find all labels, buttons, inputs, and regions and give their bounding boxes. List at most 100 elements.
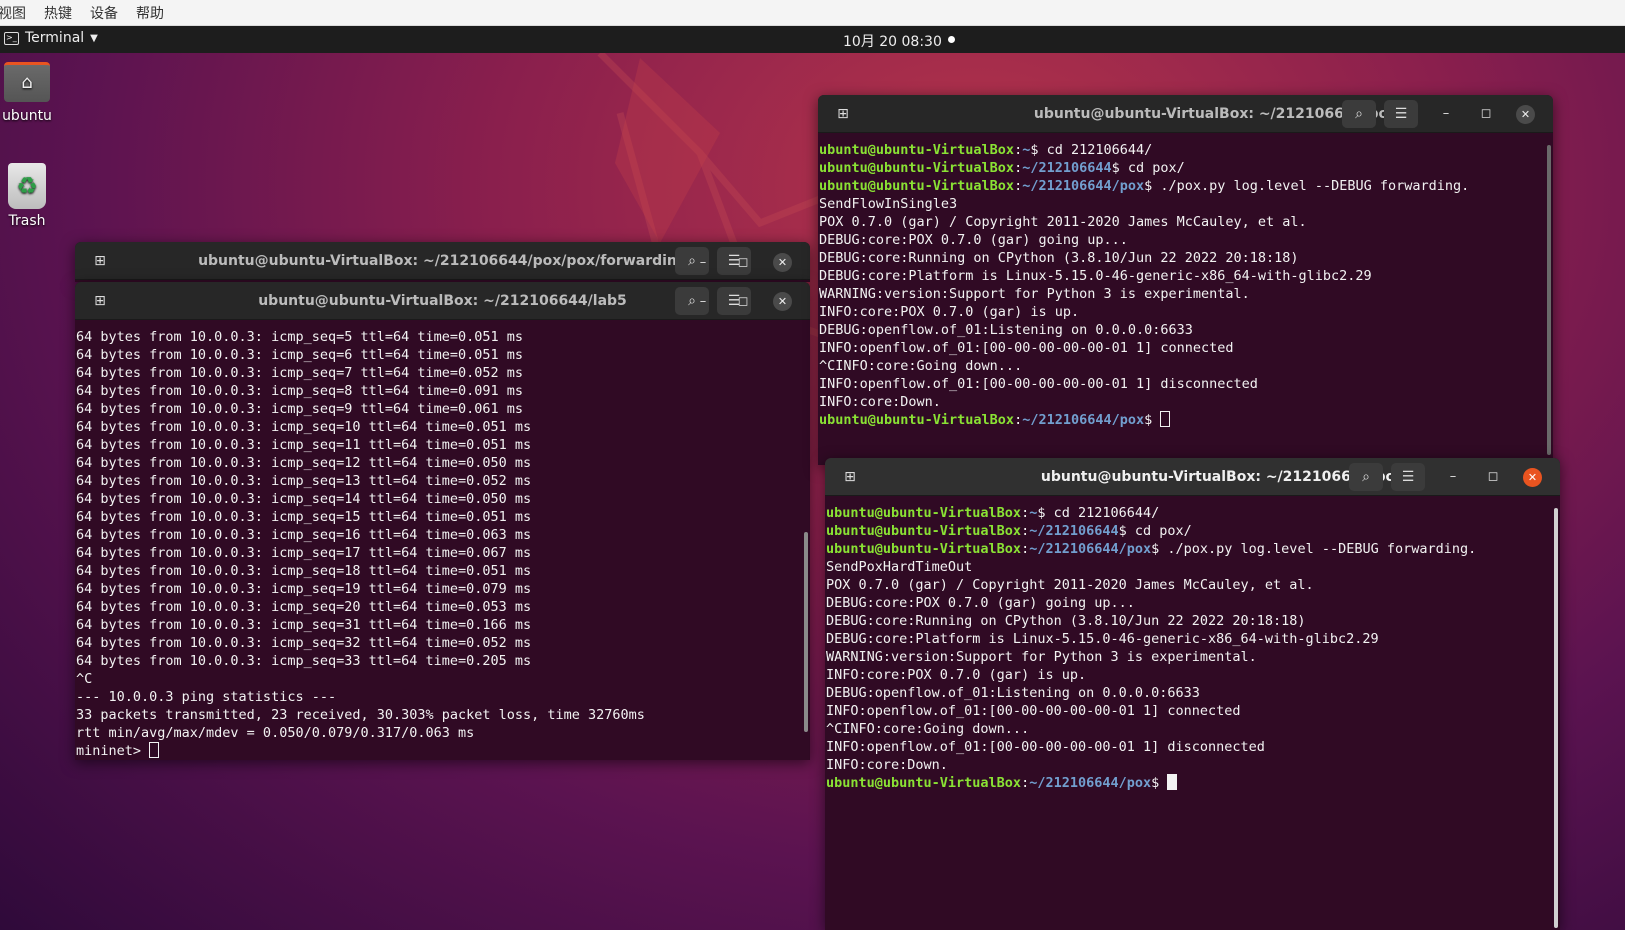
terminal-line: 64 bytes from 10.0.0.3: icmp_seq=9 ttl=6… <box>76 401 524 417</box>
output-text: INFO:core:Down. <box>819 394 941 410</box>
terminal-line: ^CINFO:core:Going down... <box>819 357 1543 375</box>
host-menu-devices[interactable]: 设备 <box>90 3 118 23</box>
terminal-window-lab5[interactable]: ⊞ ubuntu@ubuntu-VirtualBox: ~/212106644/… <box>75 282 810 760</box>
new-tab-icon[interactable]: ⊞ <box>833 463 867 491</box>
output-text: SendFlowInSingle3 <box>819 196 958 212</box>
titlebar[interactable]: ⊞ ubuntu@ubuntu-VirtualBox: ~/212106644/… <box>825 458 1560 496</box>
maximize-icon[interactable]: ◻ <box>733 292 753 312</box>
maximize-icon[interactable]: ◻ <box>733 253 753 273</box>
prompt-path: ~/212106644/pox <box>1029 541 1152 557</box>
output-text: DEBUG:core:POX 0.7.0 (gar) going up... <box>819 232 1128 248</box>
new-tab-icon[interactable]: ⊞ <box>826 100 860 128</box>
output-text: POX 0.7.0 (gar) / Copyright 2011-2020 Ja… <box>819 214 1307 230</box>
output-text: ^CINFO:core:Going down... <box>826 721 1030 737</box>
chevron-down-icon: ▼ <box>90 32 98 44</box>
text-cursor[interactable] <box>1160 411 1171 427</box>
output-text: DEBUG:core:Platform is Linux-5.15.0-46-g… <box>819 268 1372 284</box>
terminal-line: 64 bytes from 10.0.0.3: icmp_seq=32 ttl=… <box>76 635 532 651</box>
scrollbar[interactable] <box>1554 508 1558 928</box>
clock[interactable]: 10月 20 08:30 <box>843 31 942 51</box>
prompt-user: ubuntu@ubuntu-VirtualBox <box>819 160 1015 176</box>
minimize-icon[interactable]: – <box>693 292 713 312</box>
window-controls-lab5: – ◻ ✕ <box>693 292 793 312</box>
host-menu-hotkeys[interactable]: 热键 <box>44 3 72 23</box>
new-tab-icon[interactable]: ⊞ <box>83 247 117 275</box>
desktop-icon-trash[interactable]: ♻ Trash <box>0 163 57 229</box>
terminal-line: INFO:core:POX 0.7.0 (gar) is up. <box>826 666 1550 684</box>
prompt-path: ~/212106644 <box>1022 160 1112 176</box>
menu-icon[interactable]: ☰ <box>1384 100 1418 128</box>
new-tab-icon[interactable]: ⊞ <box>83 287 117 315</box>
prompt-user: ubuntu@ubuntu-VirtualBox <box>826 523 1022 539</box>
terminal-line: 64 bytes from 10.0.0.3: icmp_seq=16 ttl=… <box>76 527 532 543</box>
terminal-output[interactable]: ubuntu@ubuntu-VirtualBox:~$ cd 212106644… <box>826 497 1550 930</box>
terminal-line: ubuntu@ubuntu-VirtualBox:~$ cd 212106644… <box>826 505 1160 521</box>
window-controls-forwarding: – ◻ ✕ <box>693 253 793 273</box>
minimize-icon[interactable]: – <box>693 253 713 273</box>
maximize-icon[interactable]: ◻ <box>1476 104 1496 124</box>
prompt-user: ubuntu@ubuntu-VirtualBox <box>826 541 1022 557</box>
terminal-line: POX 0.7.0 (gar) / Copyright 2011-2020 Ja… <box>826 576 1550 594</box>
terminal-window-pox-1[interactable]: ⊞ ubuntu@ubuntu-VirtualBox: ~/212106644/… <box>818 95 1553 465</box>
menu-icon[interactable]: ☰ <box>1391 463 1425 491</box>
command-text: $ ./pox.py log.level --DEBUG forwarding. <box>1151 541 1477 557</box>
terminal-line: 64 bytes from 10.0.0.3: icmp_seq=18 ttl=… <box>76 563 532 579</box>
notification-dot <box>948 36 955 43</box>
terminal-output[interactable]: 64 bytes from 10.0.0.3: icmp_seq=5 ttl=6… <box>76 321 800 760</box>
mininet-prompt: mininet> <box>76 743 150 759</box>
scrollbar[interactable] <box>804 532 808 732</box>
output-text: DEBUG:core:Running on CPython (3.8.10/Ju… <box>826 613 1306 629</box>
terminal-line: 64 bytes from 10.0.0.3: icmp_seq=8 ttl=6… <box>76 383 524 399</box>
gnome-top-bar: >_ Terminal ▼ 10月 20 08:30 <box>0 26 1625 53</box>
scrollbar[interactable] <box>1547 145 1551 455</box>
app-menu-label: Terminal <box>25 30 85 46</box>
output-text: WARNING:version:Support for Python 3 is … <box>826 649 1257 665</box>
prompt-path: ~/212106644/pox <box>1029 775 1152 791</box>
output-text: INFO:openflow.of_01:[00-00-00-00-00-01 1… <box>826 739 1265 755</box>
terminal-line: DEBUG:core:POX 0.7.0 (gar) going up... <box>826 594 1550 612</box>
maximize-icon[interactable]: ◻ <box>1483 467 1503 487</box>
host-menu-help[interactable]: 帮助 <box>136 3 164 23</box>
minimize-icon[interactable]: – <box>1436 104 1456 124</box>
terminal-line: ^CINFO:core:Going down... <box>826 720 1550 738</box>
app-menu[interactable]: >_ Terminal ▼ <box>4 30 98 46</box>
prompt-user: ubuntu@ubuntu-VirtualBox <box>826 775 1022 791</box>
terminal-line: INFO:openflow.of_01:[00-00-00-00-00-01 1… <box>819 375 1543 393</box>
output-text: INFO:openflow.of_01:[00-00-00-00-00-01 1… <box>826 703 1241 719</box>
output-text: DEBUG:core:Platform is Linux-5.15.0-46-g… <box>826 631 1379 647</box>
prompt-line: ubuntu@ubuntu-VirtualBox:~/212106644/pox… <box>826 774 1550 792</box>
desktop-icon-trash-label: Trash <box>8 213 46 229</box>
terminal-line: DEBUG:core:Running on CPython (3.8.10/Ju… <box>826 612 1550 630</box>
desktop-icon-home[interactable]: ⌂ ubuntu <box>0 62 57 124</box>
terminal-line: 64 bytes from 10.0.0.3: icmp_seq=10 ttl=… <box>76 419 532 435</box>
close-icon[interactable]: ✕ <box>1523 468 1542 487</box>
terminal-line: INFO:openflow.of_01:[00-00-00-00-00-01 1… <box>826 738 1550 756</box>
terminal-line: 64 bytes from 10.0.0.3: icmp_seq=20 ttl=… <box>76 599 532 615</box>
terminal-line: WARNING:version:Support for Python 3 is … <box>826 648 1550 666</box>
command-text: $ cd pox/ <box>1111 160 1185 176</box>
terminal-line: INFO:openflow.of_01:[00-00-00-00-00-01 1… <box>819 339 1543 357</box>
search-icon[interactable]: ⌕ <box>1349 463 1383 491</box>
terminal-line: 64 bytes from 10.0.0.3: icmp_seq=6 ttl=6… <box>76 347 524 363</box>
host-menu-bar: 视图 热键 设备 帮助 <box>0 0 1625 26</box>
host-menu-view[interactable]: 视图 <box>0 3 26 23</box>
terminal-line: 33 packets transmitted, 23 received, 30.… <box>76 707 645 723</box>
close-icon[interactable]: ✕ <box>773 253 792 272</box>
terminal-line: INFO:core:Down. <box>819 393 1543 411</box>
titlebar[interactable]: ⊞ ubuntu@ubuntu-VirtualBox: ~/212106644/… <box>818 95 1553 133</box>
text-cursor[interactable] <box>149 742 160 758</box>
output-text: INFO:openflow.of_01:[00-00-00-00-00-01 1… <box>819 340 1234 356</box>
terminal-output[interactable]: ubuntu@ubuntu-VirtualBox:~$ cd 212106644… <box>819 134 1543 465</box>
prompt-path: ~/212106644/pox <box>1022 178 1145 194</box>
terminal-line: ubuntu@ubuntu-VirtualBox:~/212106644$ cd… <box>826 523 1192 539</box>
terminal-line: --- 10.0.0.3 ping statistics --- <box>76 689 337 705</box>
close-icon[interactable]: ✕ <box>773 292 792 311</box>
text-cursor[interactable] <box>1167 774 1178 790</box>
close-icon[interactable]: ✕ <box>1516 105 1535 124</box>
terminal-line: 64 bytes from 10.0.0.3: icmp_seq=19 ttl=… <box>76 581 532 597</box>
output-text: DEBUG:core:POX 0.7.0 (gar) going up... <box>826 595 1135 611</box>
terminal-window-pox-2[interactable]: ⊞ ubuntu@ubuntu-VirtualBox: ~/212106644/… <box>825 458 1560 930</box>
minimize-icon[interactable]: – <box>1443 467 1463 487</box>
terminal-line: 64 bytes from 10.0.0.3: icmp_seq=11 ttl=… <box>76 437 532 453</box>
search-icon[interactable]: ⌕ <box>1342 100 1376 128</box>
